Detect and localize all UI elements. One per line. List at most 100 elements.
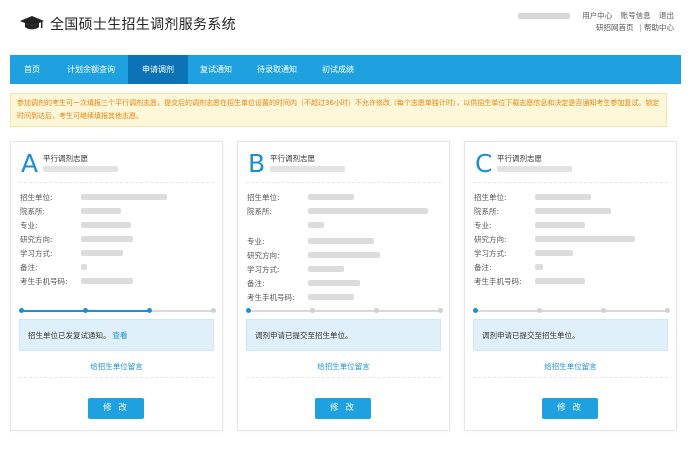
field-label: 考生手机号码:	[474, 277, 522, 286]
field-label: 学习方式:	[20, 249, 53, 258]
field-value-redacted	[81, 194, 167, 200]
nav-plan-balance[interactable]: 计划余额查询	[54, 55, 128, 84]
progress-track	[19, 308, 216, 313]
help-center-link[interactable]: 帮助中心	[644, 23, 674, 32]
field-value-redacted	[535, 222, 585, 228]
field-label: 院系所:	[247, 207, 273, 216]
progress-step-dot	[665, 308, 670, 313]
message-school-link[interactable]: 给招生单位留言	[11, 361, 222, 372]
field-label: 院系所:	[474, 207, 500, 216]
divider	[473, 377, 668, 378]
edit-button[interactable]: 修 改	[315, 398, 371, 419]
field-label: 备注:	[474, 263, 492, 272]
graduation-cap-icon	[20, 16, 44, 32]
header: 全国硕士生招生调剂服务系统 用户中心 账号信息 退出 研招网首页 | 帮助中心	[0, 0, 691, 55]
field-label: 备注:	[247, 279, 265, 288]
field-value-redacted	[81, 236, 133, 242]
divider	[473, 182, 668, 183]
progress-track	[473, 308, 670, 313]
field-value-redacted	[81, 250, 123, 256]
progress-step-dot	[146, 308, 152, 313]
field-value-redacted	[535, 236, 635, 242]
nav-apply-adjustment[interactable]: 申请调剂	[128, 55, 188, 84]
status-text: 调剂申请已提交至招生单位。	[255, 331, 353, 340]
progress-step-dot	[82, 308, 88, 313]
card-title: 平行调剂志愿	[270, 154, 315, 163]
progress-step-dot	[536, 308, 542, 313]
field-value-redacted	[535, 194, 591, 200]
choice-card-b: B 平行调剂志愿 招生单位: 院系所: 专业: 研究方向: 学习方式: 备注: …	[237, 141, 450, 431]
field-value-redacted	[308, 252, 380, 258]
edit-button[interactable]: 修 改	[88, 398, 144, 419]
field-value-redacted	[308, 222, 324, 228]
user-center-link[interactable]: 用户中心	[582, 11, 612, 20]
progress-step-dot	[19, 308, 24, 313]
field-value-redacted	[81, 222, 131, 228]
divider	[19, 182, 214, 183]
card-letter: C	[475, 149, 493, 178]
view-link[interactable]: 查看	[113, 331, 128, 340]
nav-exam-score[interactable]: 初试成绩	[310, 55, 366, 84]
progress-step-dot	[211, 308, 216, 313]
progress-step-dot	[600, 308, 606, 313]
card-title: 平行调剂志愿	[497, 154, 542, 163]
yanzhao-home-link[interactable]: 研招网首页	[596, 23, 634, 32]
status-box: 招生单位已发复试通知。 查看	[19, 319, 214, 351]
progress-step-dot	[246, 308, 251, 313]
field-label: 考生手机号码:	[247, 293, 295, 302]
field-value-redacted	[81, 264, 87, 270]
card-subtitle-redacted	[497, 166, 572, 172]
edit-button[interactable]: 修 改	[542, 398, 598, 419]
field-label: 考生手机号码:	[20, 277, 68, 286]
field-value-redacted	[535, 278, 585, 284]
nav-retest-notice[interactable]: 复试通知	[188, 55, 244, 84]
divider	[19, 377, 214, 378]
field-value-redacted	[308, 280, 360, 286]
field-value-redacted	[81, 208, 121, 214]
message-school-link[interactable]: 给招生单位留言	[238, 361, 449, 372]
choice-card-a: A 平行调剂志愿 招生单位: 院系所: 专业: 研究方向: 学习方式: 备注: …	[10, 141, 223, 431]
card-letter: A	[21, 149, 39, 178]
choice-card-c: C 平行调剂志愿 招生单位: 院系所: 专业: 研究方向: 学习方式: 备注: …	[464, 141, 677, 431]
progress-step-dot	[373, 308, 379, 313]
field-label: 研究方向:	[247, 251, 280, 260]
progress-step-dot	[438, 308, 443, 313]
field-value-redacted	[308, 294, 354, 300]
field-label: 研究方向:	[20, 235, 53, 244]
card-letter: B	[248, 149, 266, 178]
field-label: 招生单位:	[474, 193, 507, 202]
field-label: 学习方式:	[474, 249, 507, 258]
nav-admission-notice[interactable]: 待录取通知	[244, 55, 310, 84]
field-label: 备注:	[20, 263, 38, 272]
status-text: 调剂申请已提交至招生单位。	[482, 331, 580, 340]
username-redacted	[517, 13, 570, 19]
status-text: 招生单位已发复试通知。	[28, 331, 111, 340]
account-info-link[interactable]: 账号信息	[621, 11, 651, 20]
field-label: 专业:	[474, 221, 492, 230]
field-value-redacted	[535, 264, 543, 270]
field-label: 招生单位:	[247, 193, 280, 202]
progress-track	[246, 308, 443, 313]
field-value-redacted	[308, 238, 374, 244]
notice-banner: 参加调剂的考生可一次填报三个平行调剂志愿，提交后的调剂志愿在招生单位设置的时间内…	[10, 93, 667, 127]
field-label: 招生单位:	[20, 193, 53, 202]
main-nav: 首页 计划余额查询 申请调剂 复试通知 待录取通知 初试成绩	[10, 55, 681, 84]
card-subtitle-redacted	[270, 166, 345, 172]
field-value-redacted	[535, 250, 573, 256]
field-value-redacted	[308, 194, 354, 200]
field-value-redacted	[308, 266, 344, 272]
field-value-redacted	[81, 278, 133, 284]
message-school-link[interactable]: 给招生单位留言	[465, 361, 676, 372]
status-box: 调剂申请已提交至招生单位。	[473, 319, 668, 351]
field-label: 院系所:	[20, 207, 46, 216]
field-value-redacted	[308, 208, 428, 214]
field-label: 研究方向:	[474, 235, 507, 244]
field-label: 学习方式:	[247, 265, 280, 274]
logout-link[interactable]: 退出	[659, 11, 674, 20]
field-value-redacted	[535, 208, 611, 214]
progress-step-dot	[473, 308, 478, 313]
field-label: 专业:	[20, 221, 38, 230]
nav-home[interactable]: 首页	[10, 55, 54, 84]
divider	[246, 377, 441, 378]
field-label: 专业:	[247, 237, 265, 246]
